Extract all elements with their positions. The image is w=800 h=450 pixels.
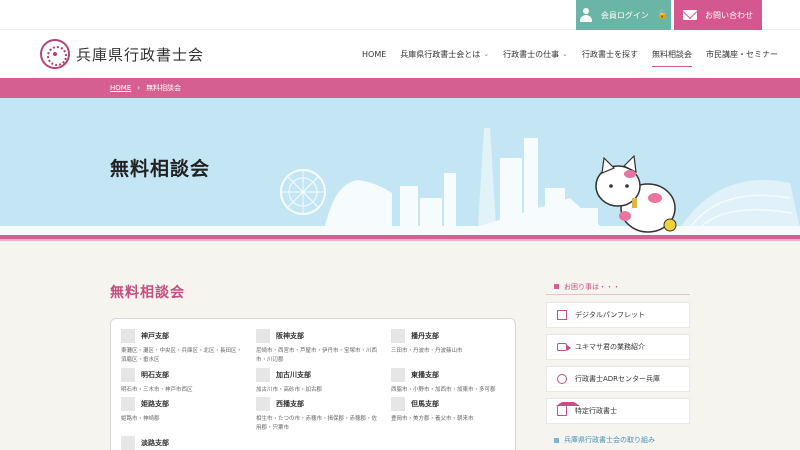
nav-label: HOME [362,49,387,59]
utility-bar: 会員ログイン 🔒 お問い合わせ [0,0,800,30]
sidebar-item-label: 特定行政書士 [575,407,617,415]
sidebar-item-label: 行政書士ADRセンター兵庫 [575,375,661,383]
chevron-down-icon: ⌄ [562,50,569,58]
branch-name: 播丹支部 [411,332,439,340]
hero-divider-light [0,239,800,241]
branch-name: 阪神支部 [276,332,304,340]
branch-name: 西播支部 [276,400,304,408]
sidebar-heading-text: 兵庫県行政書士会の取り組み [564,436,655,444]
nav-label: 市民講座・セミナー [706,49,779,59]
video-icon [557,343,571,351]
sidebar-heading-text: お困り事は・・・ [564,282,620,291]
branch-image [256,329,270,343]
branch-item[interactable]: 阪神支部 尼崎市・西宮市・芦屋市・伊丹市・宝塚市・川西市・川辺郡 [246,329,377,365]
lock-icon: 🔒 [656,10,669,20]
branch-name: 姫路支部 [141,400,169,408]
branch-item[interactable]: 神戸支部 東灘区・灘区・中央区・兵庫区・北区・長田区・須磨区・垂水区 [111,329,242,365]
branch-image [256,397,270,411]
branch-areas: 豊岡市・美方郡・養父市・朝来市 [391,416,474,422]
member-login-label: 会員ログイン [600,10,649,20]
branch-item[interactable]: 姫路支部 姫路市・神崎郡 [111,397,239,424]
branch-item[interactable]: 播丹支部 三田市・丹波市・丹波篠山市 [381,329,509,356]
section-title: 無料相談会 [110,285,185,301]
breadcrumb-separator: › [137,84,141,92]
nav-item-find[interactable]: 行政書士を探す [582,30,638,78]
breadcrumb: HOME › 無料相談会 [0,78,800,98]
branch-name: 東播支部 [411,371,439,379]
sidebar-item-specified-scrivener[interactable]: 特定行政書士 [546,398,690,424]
branch-item[interactable]: 但馬支部 豊岡市・美方郡・養父市・朝来市 [381,397,509,424]
nav-item-home[interactable]: HOME [362,30,386,78]
branch-name: 明石支部 [141,371,169,379]
branch-image [391,329,405,343]
sidebar-item-label: ユキマサ君の業務紹介 [575,343,645,351]
branch-areas: 明石市・三木市・神戸市西区 [121,387,193,393]
book-icon [557,310,567,320]
building-icon [556,402,580,416]
branch-image [121,436,135,450]
branch-item[interactable]: 西播支部 相生市・たつの市・赤穂市・揖保郡・赤穂郡・佐用郡・宍粟市 [246,397,377,433]
branch-areas: 相生市・たつの市・赤穂市・揖保郡・赤穂郡・佐用郡・宍粟市 [256,416,378,431]
sidebar-item-label: デジタルパンフレット [575,311,645,319]
nav-label: 行政書士を探す [582,49,639,59]
branch-image [121,368,135,382]
breadcrumb-current: 無料相談会 [146,84,182,92]
sidebar-item-digital-pamphlet[interactable]: デジタルパンフレット [546,302,690,328]
site-logo[interactable]: 兵庫県行政書士会 [40,39,204,69]
site-header: 兵庫県行政書士会 HOME 兵庫県行政書士会とは ⌄ 行政書士の仕事 ⌄ 行政書士を… [0,30,800,78]
mail-icon [683,10,697,20]
branch-item[interactable]: 淡路支部 [111,436,239,450]
nav-item-free-consultation[interactable]: 無料相談会 [652,30,693,78]
sidebar-item-yukimasa-intro[interactable]: ユキマサ君の業務紹介 [546,334,690,360]
nav-item-about[interactable]: 兵庫県行政書士会とは ⌄ [400,30,489,78]
branch-areas: 尼崎市・西宮市・芦屋市・伊丹市・宝塚市・川西市・川辺郡 [256,348,378,363]
branch-image [121,329,135,343]
sidebar-heading-initiatives: 兵庫県行政書士会の取り組み [546,432,690,448]
nav-item-work[interactable]: 行政書士の仕事 ⌄ [503,30,568,78]
branch-areas: 西脇市・小野市・加西市・加東市・多可郡 [391,387,496,393]
branch-image [391,368,405,382]
member-login-button[interactable]: 会員ログイン 🔒 [576,0,671,30]
contact-label: お問い合わせ [705,10,753,20]
chevron-down-icon: ⌄ [483,50,490,58]
page-title: 無料相談会 [110,158,211,180]
contact-button[interactable]: お問い合わせ [674,0,762,30]
branch-name: 加古川支部 [276,371,311,379]
branch-areas: 加古川市・高砂市・加古郡 [256,387,323,393]
user-icon [579,8,593,22]
branch-image [121,397,135,411]
branch-areas: 三田市・丹波市・丹波篠山市 [391,348,463,354]
branch-areas: 東灘区・灘区・中央区・兵庫区・北区・長田区・須磨区・垂水区 [121,348,243,363]
branch-item[interactable]: 東播支部 西脇市・小野市・加西市・加東市・多可郡 [381,368,509,395]
sidebar-item-adr-center[interactable]: 行政書士ADRセンター兵庫 [546,366,690,392]
square-bullet-icon [554,284,559,289]
association-emblem-icon [40,39,70,69]
branch-name: 淡路支部 [141,439,169,447]
nav-label: 行政書士の仕事 [503,49,560,59]
branch-name: 神戸支部 [141,332,169,340]
main-nav: HOME 兵庫県行政書士会とは ⌄ 行政書士の仕事 ⌄ 行政書士を探す 無料相談会 … [362,30,778,78]
nav-item-seminars[interactable]: 市民講座・セミナー [706,30,778,78]
logo-text: 兵庫県行政書士会 [76,45,205,64]
branch-image [256,368,270,382]
sidebar-heading: お困り事は・・・ [546,279,690,295]
nav-label: 無料相談会 [652,49,693,59]
nav-label: 兵庫県行政書士会とは [400,49,481,59]
branch-image [391,397,405,411]
branch-item[interactable]: 加古川支部 加古川市・高砂市・加古郡 [246,368,374,395]
chat-icon [557,374,567,384]
breadcrumb-home-link[interactable]: HOME [110,84,131,92]
hero-banner: 無料相談会 [0,98,800,238]
cat-mascot-illustration [595,154,677,233]
branch-name: 但馬支部 [411,400,439,408]
square-bullet-icon [554,437,559,443]
branch-item[interactable]: 明石支部 明石市・三木市・神戸市西区 [111,368,239,395]
branch-list: 神戸支部 東灘区・灘区・中央区・兵庫区・北区・長田区・須磨区・垂水区 阪神支部 … [110,318,516,450]
branch-areas: 姫路市・神崎郡 [121,416,160,422]
